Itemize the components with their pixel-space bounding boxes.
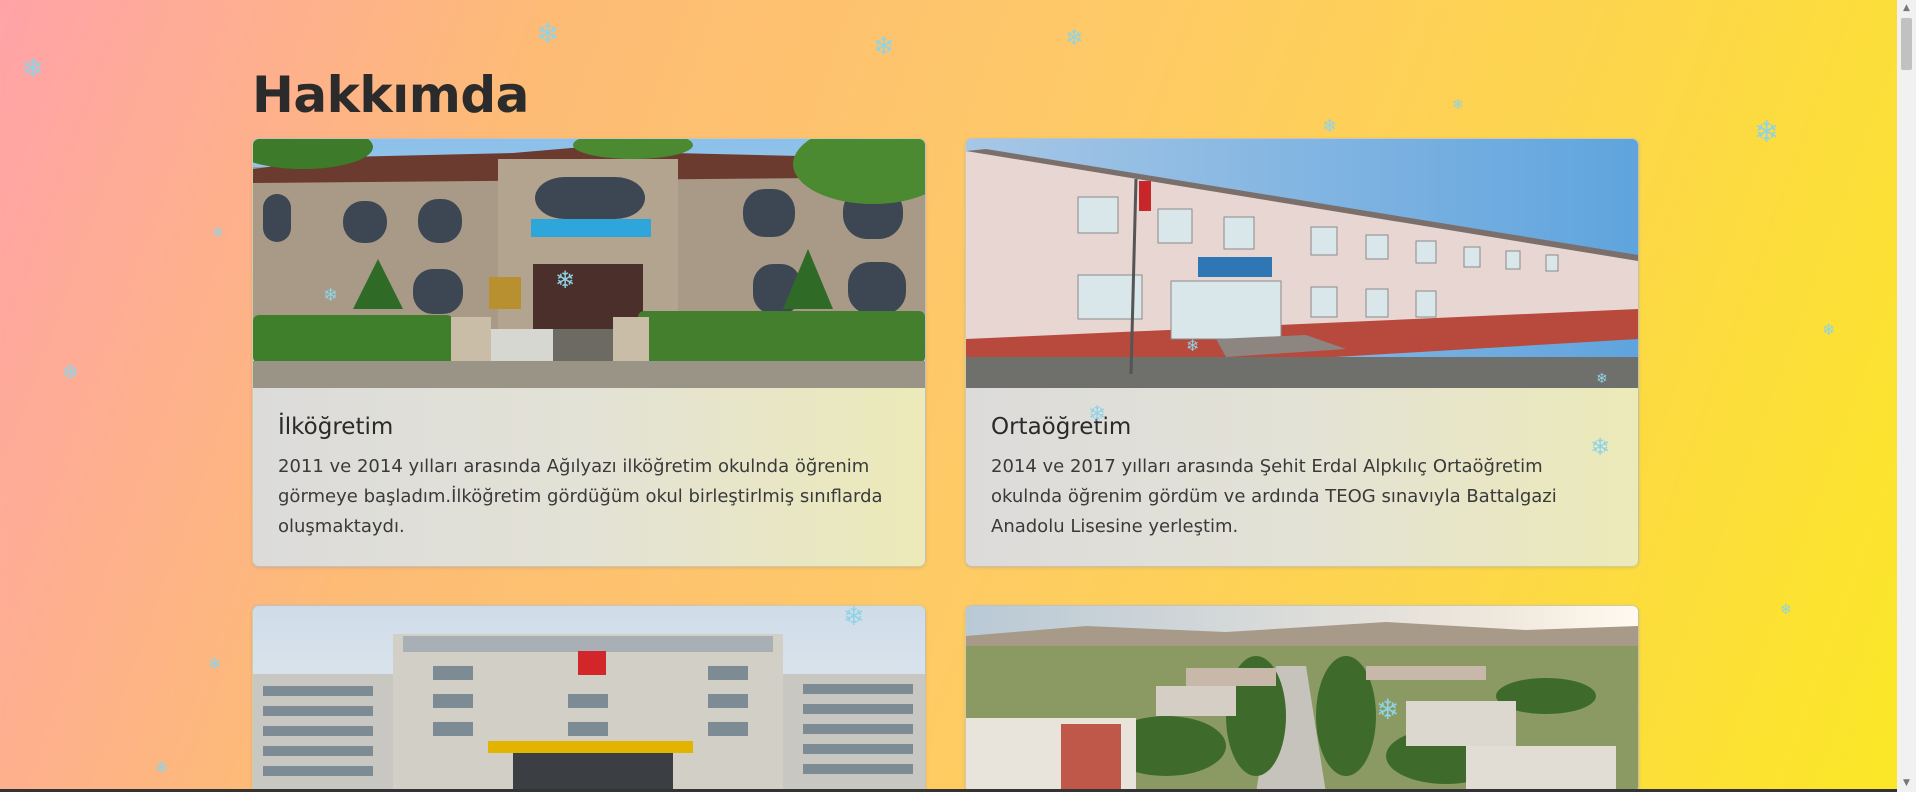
card-high-school	[252, 605, 926, 792]
snowflake-icon: ❄	[1780, 602, 1792, 618]
snowflake-icon: ❄	[536, 17, 560, 50]
snowflake-icon: ❄	[1452, 97, 1464, 113]
snowflake-icon: ❄	[62, 360, 79, 384]
primary-school-image	[253, 139, 925, 388]
card-university	[965, 605, 1639, 792]
scrollbar-thumb[interactable]	[1901, 18, 1912, 70]
snowflake-icon: ❄	[155, 758, 169, 777]
high-school-image	[253, 606, 925, 792]
snowflake-icon: ❄	[873, 32, 895, 62]
card-title: Ortaöğretim	[991, 414, 1132, 440]
card-text: 2011 ve 2014 yılları arasında Ağılyazı i…	[278, 456, 883, 537]
card-text: 2014 ve 2017 yılları arasında Şehit Erda…	[991, 456, 1557, 537]
card-title: İlköğretim	[278, 414, 394, 440]
card-middle-school: Ortaöğretim 2014 ve 2017 yılları arasınd…	[965, 138, 1639, 567]
snowflake-icon: ❄	[1322, 116, 1338, 137]
vertical-scrollbar[interactable]: ▲ ▼	[1897, 0, 1916, 792]
scroll-up-arrow-icon[interactable]: ▲	[1897, 0, 1916, 17]
snowflake-icon: ❄	[22, 54, 44, 84]
page-title: Hakkımda	[252, 66, 529, 124]
scroll-down-arrow-icon[interactable]: ▼	[1897, 775, 1916, 792]
university-campus-image	[966, 606, 1638, 792]
snowflake-icon: ❄	[1754, 115, 1780, 150]
snowflake-icon: ❄	[212, 225, 224, 241]
middle-school-image	[966, 139, 1638, 388]
card-primary-school: İlköğretim 2011 ve 2014 yılları arasında…	[252, 138, 926, 567]
snowflake-icon: ❄	[1822, 320, 1836, 339]
snowflake-icon: ❄	[208, 654, 222, 673]
snowflake-icon: ❄	[1065, 26, 1084, 51]
